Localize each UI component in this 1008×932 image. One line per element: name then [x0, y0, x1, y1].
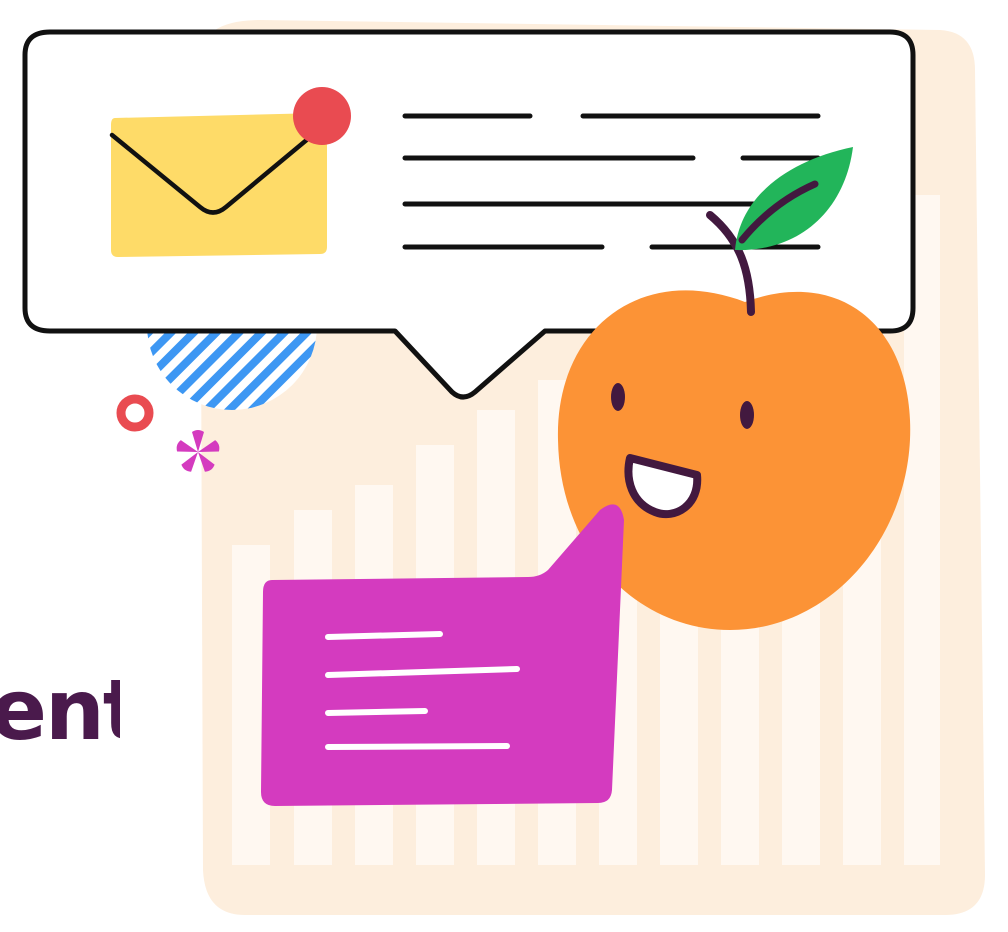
- peach-eye-right: [740, 401, 754, 429]
- peach-eye-left: [611, 383, 625, 411]
- illustration-canvas: [22, 20, 985, 915]
- headline-text: ent: [0, 661, 120, 759]
- text-line: [325, 631, 443, 640]
- text-line: [325, 708, 428, 716]
- text-line: [325, 743, 510, 750]
- ring-icon: [116, 394, 154, 432]
- notification-dot-icon: [293, 87, 351, 145]
- envelope-icon: [109, 113, 327, 257]
